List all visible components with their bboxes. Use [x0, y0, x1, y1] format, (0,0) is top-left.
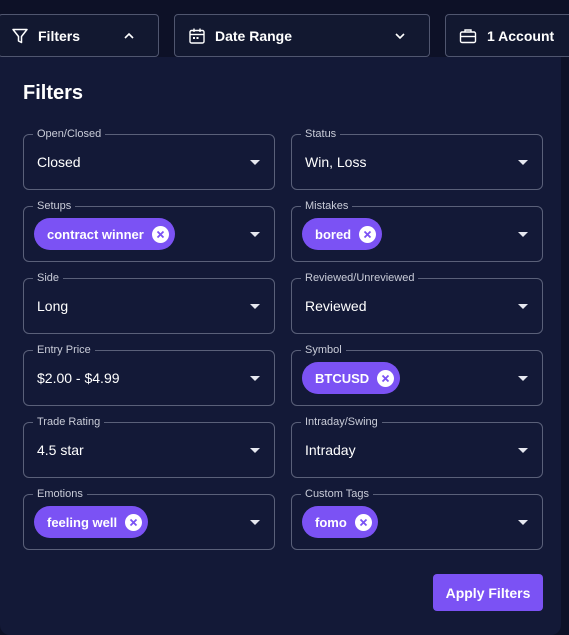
emotion-chip-label: feeling well	[47, 514, 118, 530]
side-label: Side	[33, 271, 64, 285]
symbol-select[interactable]: Symbol BTCUSD	[291, 343, 543, 406]
trade-rating-label: Trade Rating	[33, 415, 105, 429]
remove-chip-icon[interactable]	[354, 513, 372, 531]
custom-tag-chip: fomo	[302, 506, 378, 538]
entry-price-label: Entry Price	[33, 343, 95, 357]
status-label: Status	[301, 127, 341, 141]
mistakes-select[interactable]: Mistakes bored	[291, 199, 543, 262]
caret-down-icon	[518, 448, 528, 453]
panel-title: Filters	[23, 82, 84, 104]
reviewed-select[interactable]: Reviewed/Unreviewed Reviewed	[291, 271, 543, 334]
custom-tag-chip-label: fomo	[315, 514, 347, 530]
caret-down-icon	[250, 160, 260, 165]
setups-label: Setups	[33, 199, 76, 213]
calendar-icon	[188, 27, 206, 45]
mistake-chip: bored	[302, 218, 383, 250]
reviewed-label: Reviewed/Unreviewed	[301, 271, 419, 285]
date-range-button[interactable]: Date Range	[174, 14, 430, 57]
caret-down-icon	[250, 304, 260, 309]
remove-chip-icon[interactable]	[359, 225, 377, 243]
caret-down-icon	[250, 376, 260, 381]
caret-down-icon	[518, 232, 528, 237]
entry-price-value: $2.00 - $4.99	[37, 370, 120, 386]
symbol-chip-label: BTCUSD	[315, 370, 370, 386]
caret-down-icon	[518, 376, 528, 381]
caret-down-icon	[250, 520, 260, 525]
account-selector-button[interactable]: 1 Account	[445, 14, 569, 57]
caret-down-icon	[518, 304, 528, 309]
open-closed-value: Closed	[37, 154, 81, 170]
emotion-chip: feeling well	[34, 506, 149, 538]
caret-down-icon	[250, 448, 260, 453]
mistake-chip-label: bored	[315, 226, 352, 242]
status-value: Win, Loss	[305, 154, 367, 170]
filters-toggle-button[interactable]: Filters	[0, 14, 159, 57]
open-closed-select[interactable]: Open/Closed Closed	[23, 127, 275, 190]
emotions-label: Emotions	[33, 487, 87, 501]
apply-filters-button[interactable]: Apply Filters	[433, 574, 543, 611]
funnel-icon	[11, 27, 29, 45]
trade-rating-select[interactable]: Trade Rating 4.5 star	[23, 415, 275, 478]
emotions-select[interactable]: Emotions feeling well	[23, 487, 275, 550]
symbol-chip: BTCUSD	[302, 362, 401, 394]
briefcase-icon	[459, 27, 477, 45]
side-value: Long	[37, 298, 69, 314]
status-select[interactable]: Status Win, Loss	[291, 127, 543, 190]
remove-chip-icon[interactable]	[151, 225, 169, 243]
remove-chip-icon[interactable]	[377, 369, 395, 387]
chevron-down-icon	[394, 30, 406, 42]
caret-down-icon	[518, 520, 528, 525]
chevron-up-icon	[123, 30, 135, 42]
account-selector-label: 1 Account	[487, 27, 555, 44]
background-edge	[561, 57, 569, 635]
remove-chip-icon[interactable]	[125, 513, 143, 531]
mistakes-label: Mistakes	[301, 199, 353, 213]
reviewed-value: Reviewed	[305, 298, 367, 314]
date-range-label: Date Range	[215, 27, 293, 44]
custom-tags-select[interactable]: Custom Tags fomo	[291, 487, 543, 550]
filters-toggle-label: Filters	[38, 27, 81, 44]
custom-tags-label: Custom Tags	[301, 487, 373, 501]
intraday-swing-label: Intraday/Swing	[301, 415, 382, 429]
entry-price-select[interactable]: Entry Price $2.00 - $4.99	[23, 343, 275, 406]
intraday-swing-value: Intraday	[305, 442, 356, 458]
setup-chip: contract winner	[34, 218, 175, 250]
caret-down-icon	[250, 232, 260, 237]
setups-select[interactable]: Setups contract winner	[23, 199, 275, 262]
caret-down-icon	[518, 160, 528, 165]
side-select[interactable]: Side Long	[23, 271, 275, 334]
symbol-label: Symbol	[301, 343, 346, 357]
open-closed-label: Open/Closed	[33, 127, 106, 141]
setup-chip-label: contract winner	[47, 226, 144, 242]
intraday-swing-select[interactable]: Intraday/Swing Intraday	[291, 415, 543, 478]
trade-rating-value: 4.5 star	[37, 442, 84, 458]
